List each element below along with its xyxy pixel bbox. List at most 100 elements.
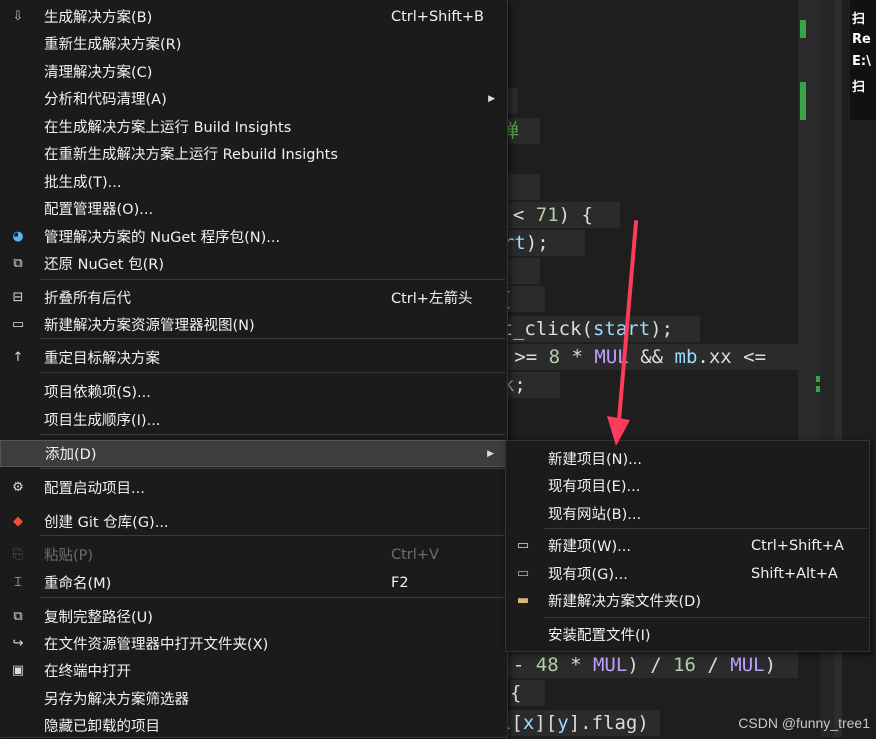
new-solution-folder-icon: ▬ (516, 593, 530, 608)
code-line: { (510, 680, 545, 706)
menu-item-label: 重新生成解决方案(R) (44, 37, 182, 53)
submenu-item-label: 新建项目(N)... (548, 452, 642, 468)
menu-item-label: 项目生成顺序(I)... (44, 413, 161, 429)
menu-item[interactable]: 项目依赖项(S)... (0, 378, 507, 405)
menu-item-label: 隐藏已卸载的项目 (44, 719, 160, 735)
menu-item[interactable]: 清理解决方案(C) (0, 58, 507, 85)
output-line: 扫 (852, 80, 866, 95)
menu-item-label: 重命名(M) (44, 576, 112, 592)
code-token: * (558, 654, 593, 676)
nuget-icon: ◕ (12, 229, 24, 244)
submenu-item[interactable]: ▭ 新建项(W)... Ctrl+Shift+A (506, 532, 869, 559)
code-token: ); (650, 318, 674, 340)
menu-item[interactable]: ▭ 新建解决方案资源管理器视图(N) (0, 311, 507, 338)
menu-item[interactable]: ↪ 在文件资源管理器中打开文件夹(X) (0, 630, 507, 657)
restore-nuget-icon: ⧉ (13, 256, 23, 271)
menu-item[interactable]: 添加(D) ▶ (0, 440, 507, 467)
menu-item[interactable]: ⧉ 还原 NuGet 包(R) (0, 250, 507, 277)
menu-item[interactable]: ⧉ 复制完整路径(U) (0, 603, 507, 630)
code-token: MUL (594, 346, 629, 368)
menu-item[interactable]: ◕ 管理解决方案的 NuGet 程序包(N)... (0, 223, 507, 250)
menu-item[interactable]: 项目生成顺序(I)... (0, 406, 507, 433)
menu-item-shortcut: Ctrl+左箭头 (391, 291, 473, 307)
output-line: Re (852, 32, 871, 47)
build-solution-icon: ⇩ (12, 9, 24, 24)
submenu-item-label: 新建解决方案文件夹(D) (548, 594, 701, 610)
menu-item-label: 配置管理器(O)... (44, 202, 154, 218)
menu-item[interactable]: ▣ 在终端中打开 (0, 657, 507, 684)
new-item-icon: ▭ (516, 538, 530, 553)
code-token: start (592, 318, 651, 340)
submenu-item-label: 现有项(G)... (548, 567, 628, 583)
menu-item[interactable]: ⚙ 配置启动项目... (0, 474, 507, 501)
menu-item[interactable]: ⌶ 重命名(M) F2 (0, 569, 507, 596)
menu-item[interactable]: ⇩ 生成解决方案(B) Ctrl+Shift+B (0, 3, 507, 30)
add-submenu: 新建项目(N)... 现有项目(E)... 现有网站(B)... ▭ 新建项(W)...… (505, 440, 870, 652)
new-explorer-view-icon: ▭ (11, 317, 25, 332)
menu-item-label: 在重新生成解决方案上运行 Rebuild Insights (44, 147, 338, 163)
menu-item-shortcut: Ctrl+Shift+B (391, 8, 485, 25)
menu-item-label: 管理解决方案的 NuGet 程序包(N)... (44, 230, 281, 246)
code-token: ); (525, 232, 549, 254)
submenu-item[interactable]: 安装配置文件(I) (506, 621, 869, 648)
menu-item-label: 新建解决方案资源管理器视图(N) (44, 318, 255, 334)
submenu-item[interactable]: 新建项目(N)... (506, 445, 869, 472)
code-token: ][ (534, 712, 558, 734)
code-token: ) (764, 654, 777, 676)
menu-item-label: 生成解决方案(B) (44, 10, 153, 26)
menu-item-shortcut: Ctrl+V (391, 546, 439, 563)
menu-item-label: 在终端中打开 (44, 664, 131, 680)
menu-item-label: 配置启动项目... (44, 481, 145, 497)
code-token: 71 (535, 204, 559, 226)
code-token: y (557, 712, 569, 734)
menu-item[interactable]: ◆ 创建 Git 仓库(G)... (0, 508, 507, 535)
menu-item[interactable]: 另存为解决方案筛选器 (0, 685, 507, 712)
git-repo-icon: ◆ (13, 514, 23, 529)
paste-icon: ⎘ (12, 547, 24, 562)
menu-item[interactable]: 重新生成解决方案(R) (0, 30, 507, 57)
submenu-item-label: 新建项(W)... (548, 539, 631, 555)
code-token: ; (514, 374, 526, 396)
output-line: E:\ (852, 54, 871, 69)
menu-item-label: 批生成(T)... (44, 175, 122, 191)
submenu-arrow-icon: ▶ (487, 448, 494, 459)
menu-item[interactable]: ↑ 重定目标解决方案 (0, 344, 507, 371)
menu-item[interactable]: 在生成解决方案上运行 Build Insights (0, 113, 507, 140)
code-token: / (695, 654, 731, 676)
scroll-marker (800, 20, 806, 38)
submenu-item[interactable]: 现有项目(E)... (506, 472, 869, 499)
menu-separator (40, 338, 505, 339)
menu-item[interactable]: 隐藏已卸载的项目 (0, 712, 507, 739)
code-token: { (510, 682, 522, 704)
menu-item[interactable]: 配置管理器(O)... (0, 195, 507, 222)
code-line: l[x][y].flag) (500, 710, 660, 736)
retarget-icon: ↑ (12, 350, 24, 365)
code-token: ].flag) (568, 712, 649, 734)
submenu-item[interactable]: ▭ 现有项(G)... Shift+Alt+A (506, 560, 869, 587)
menu-separator (544, 617, 867, 618)
menu-separator (40, 535, 505, 536)
code-token: 8 (548, 346, 561, 368)
menu-item-label: 另存为解决方案筛选器 (44, 692, 189, 708)
code-token: .xx <= (697, 346, 767, 368)
menu-separator (544, 528, 867, 529)
code-token: ) { (558, 204, 593, 226)
editor-scrollbar[interactable] (798, 0, 821, 440)
rename-icon: ⌶ (14, 575, 22, 590)
menu-separator (40, 468, 505, 469)
submenu-item[interactable]: ▬ 新建解决方案文件夹(D) (506, 587, 869, 614)
code-line: xx >= 8 * MUL && mb.xx <= (480, 344, 798, 370)
menu-item: ⎘ 粘贴(P) Ctrl+V (0, 541, 507, 568)
menu-item[interactable]: 批生成(T)... (0, 168, 507, 195)
solution-context-menu: ⇩ 生成解决方案(B) Ctrl+Shift+B 重新生成解决方案(R) 清理解决方案(… (0, 0, 508, 738)
submenu-arrow-icon: ▶ (488, 93, 495, 104)
menu-item[interactable]: 分析和代码清理(A) ▶ (0, 85, 507, 112)
menu-separator (40, 279, 505, 280)
submenu-item-label: 现有网站(B)... (548, 507, 642, 523)
submenu-item[interactable]: 现有网站(B)... (506, 500, 869, 527)
menu-item[interactable]: 在重新生成解决方案上运行 Rebuild Insights (0, 140, 507, 167)
submenu-item-shortcut: Shift+Alt+A (751, 565, 838, 582)
menu-item[interactable]: ⊟ 折叠所有后代 Ctrl+左箭头 (0, 284, 507, 311)
menu-item-label: 添加(D) (45, 447, 97, 463)
code-token: MUL (730, 654, 765, 676)
